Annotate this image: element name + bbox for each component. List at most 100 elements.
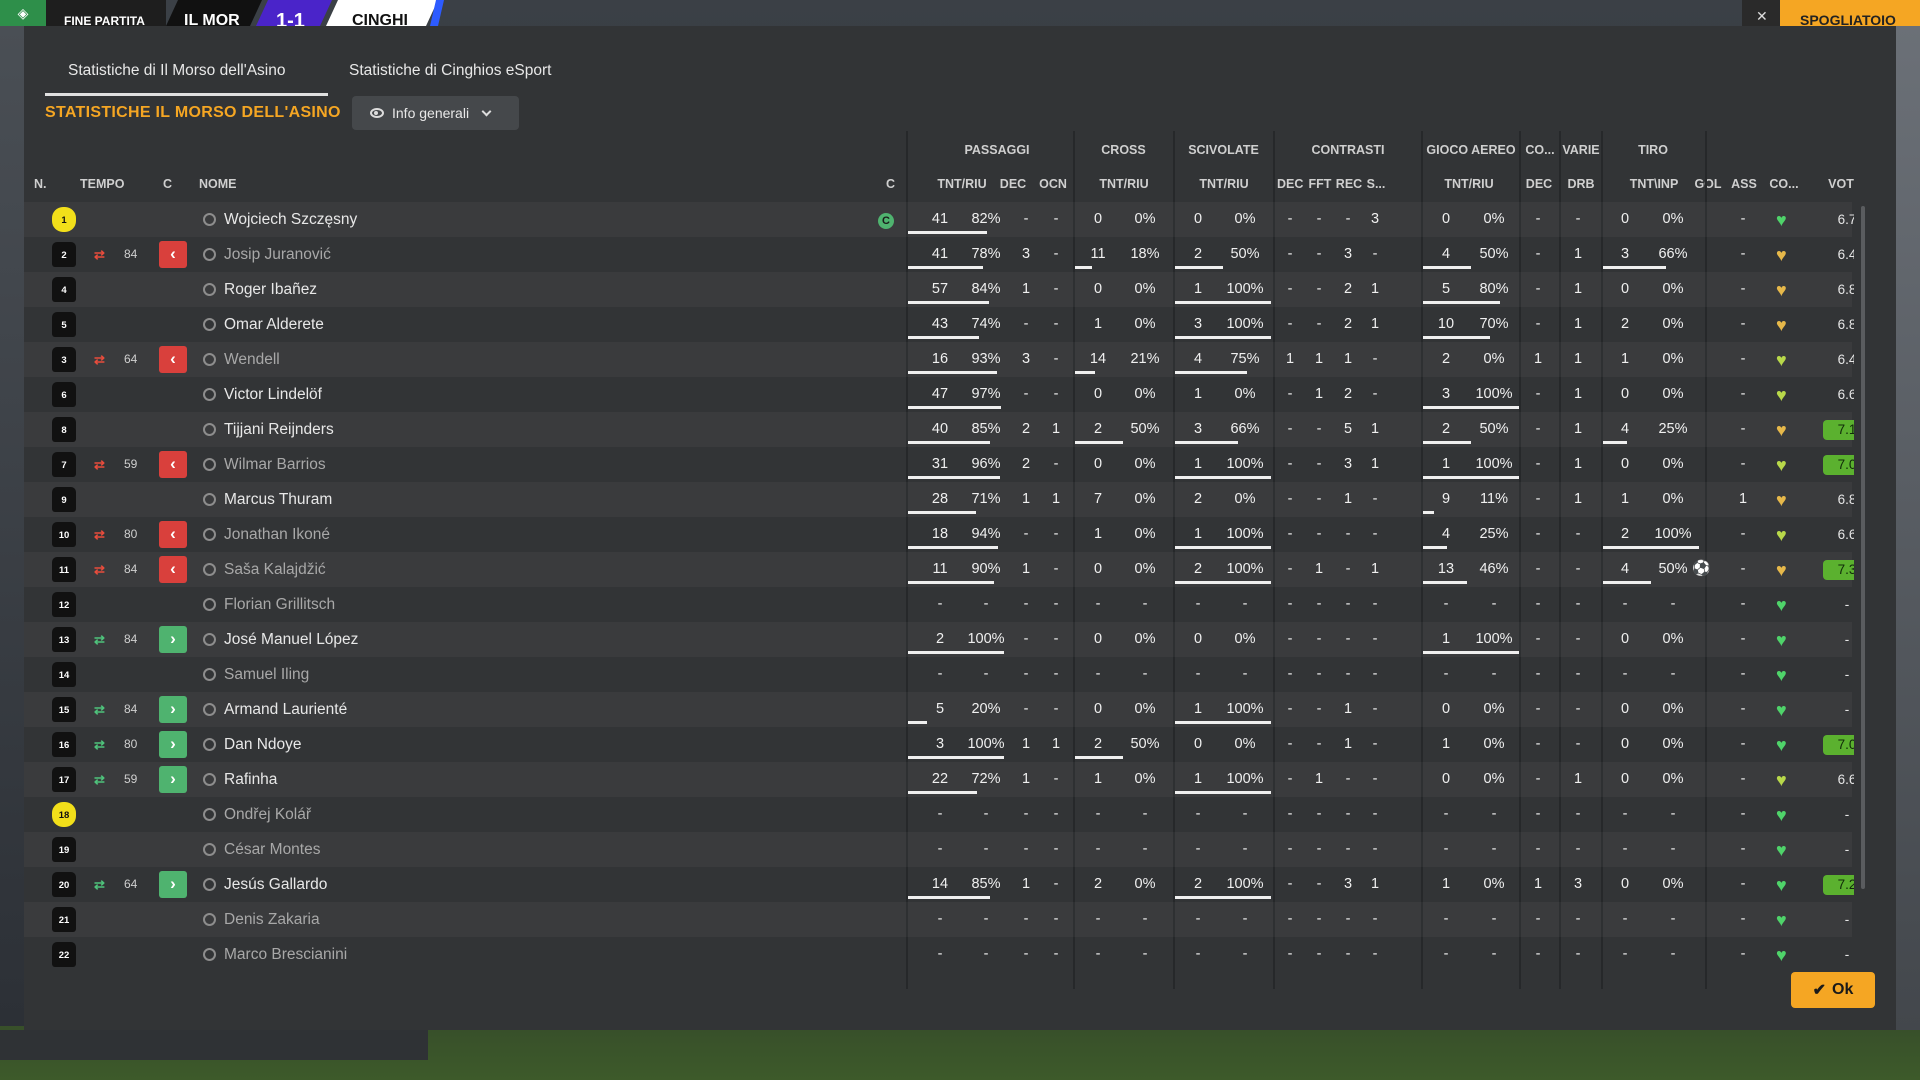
stat-dec: 1	[1021, 736, 1031, 752]
column-header[interactable]: TNT/RIU	[1424, 177, 1514, 191]
person-icon	[203, 563, 216, 576]
table-row[interactable]: 3 ⇄ 64 ‹ Wendell 16 93% 3-14 21% 4 75% 1 1 1-2 0% 1 1 1 0%…	[24, 342, 1854, 377]
player-name[interactable]: Wilmar Barrios	[224, 447, 326, 482]
table-row[interactable]: 2 ⇄ 84 ‹ Josip Juranović 41 78% 3-11 18% 2 50% - -3-…	[24, 237, 1854, 272]
column-header[interactable]: OCN	[1038, 177, 1068, 191]
player-rating: 6.6	[1837, 772, 1854, 787]
table-row[interactable]: 14 Samuel Iling - - - - - - - - - - - - - - - - - - - ♥ -	[24, 657, 1852, 692]
stat-ass: -	[1740, 596, 1746, 612]
column-header[interactable]: VOT	[1816, 177, 1866, 191]
column-header[interactable]: TNT/RIU	[928, 177, 996, 191]
success-rate-bar	[908, 301, 989, 304]
table-row[interactable]: 18 Ondřej Kolář - - - - - - - - - - - - - - - - - - - ♥ -	[24, 797, 1852, 832]
stat-cro: 0	[1093, 386, 1103, 402]
player-name[interactable]: Armand Laurienté	[224, 692, 347, 727]
chevron-left-icon[interactable]: ‹	[159, 241, 187, 268]
chevron-left-icon[interactable]: ‹	[159, 556, 187, 583]
table-row[interactable]: 5 Omar Alderete 43 74% - -1 0% 3 100% - -2 1 10 70% -1…	[24, 307, 1854, 342]
table-row[interactable]: 16 ⇄ 80 › Dan Ndoye 3 100% 1 1 2 50% 0 0% - -1-1 0% - -0 0…	[24, 727, 1854, 762]
tab-home-stats[interactable]: Statistiche di Il Morso dell'Asino	[45, 62, 328, 96]
stat-ass: -	[1740, 946, 1746, 962]
player-name[interactable]: José Manuel López	[224, 622, 358, 657]
column-header[interactable]: TNT/RIU	[1194, 177, 1254, 191]
column-header[interactable]: DEC	[1521, 177, 1557, 191]
column-header[interactable]: ASS	[1730, 177, 1758, 191]
player-name[interactable]: Jonathan Ikoné	[224, 517, 330, 552]
player-name[interactable]: Victor Lindelöf	[224, 377, 322, 412]
stat-cdec: -	[1287, 736, 1293, 752]
column-header[interactable]: S...	[1365, 177, 1387, 191]
chevron-right-icon[interactable]: ›	[159, 626, 187, 653]
column-header[interactable]: REC	[1335, 177, 1363, 191]
table-row[interactable]: 20 ⇄ 64 › Jesús Gallardo 14 85% 1-2 0% 2 100% - -3 1 1…	[24, 867, 1854, 902]
table-row[interactable]: 4 Roger Ibañez 57 84% 1-0 0% 1 100% - -2 1 5 80% -1 0 0…	[24, 272, 1854, 307]
player-name[interactable]: Ondřej Kolář	[224, 797, 311, 832]
player-name[interactable]: Marcus Thuram	[224, 482, 332, 517]
stat-tirp: -	[1670, 841, 1676, 857]
column-header[interactable]: N.	[34, 177, 60, 191]
player-name[interactable]: Samuel Iling	[224, 657, 309, 692]
player-name[interactable]: César Montes	[224, 832, 320, 867]
player-name[interactable]: Tijjani Reijnders	[224, 412, 334, 447]
chevron-right-icon[interactable]: ›	[159, 871, 187, 898]
table-row[interactable]: 21 Denis Zakaria - - - - - - - - - - - - - - - - - - - ♥ -	[24, 902, 1852, 937]
table-row[interactable]: 9 Marcus Thuram 28 71% 1 1 7 0% 2 0% - -1-9 11% -1 1 0%…	[24, 482, 1854, 517]
tab-away-stats[interactable]: Statistiche di Cinghios eSport	[349, 62, 551, 96]
column-header[interactable]: TNT/RIU	[1094, 177, 1154, 191]
stat-cdec: -	[1287, 596, 1293, 612]
table-row[interactable]: 22 Marco Brescianini - - - - - - - - - - - - - - - - - - - ♥ -	[24, 937, 1852, 972]
table-row[interactable]: 17 ⇄ 59 › Rafinha 22 72% 1-1 0% 1 100% -1- -0 0% -1 0 0%…	[24, 762, 1854, 797]
view-dropdown[interactable]: Info generali	[352, 96, 519, 130]
close-icon[interactable]: ✕	[1742, 0, 1780, 26]
chevron-left-icon[interactable]: ‹	[159, 521, 187, 548]
player-name[interactable]: Jesús Gallardo	[224, 867, 327, 902]
player-name[interactable]: Saša Kalajdžić	[224, 552, 326, 587]
player-name[interactable]: Omar Alderete	[224, 307, 324, 342]
column-header[interactable]: DRB	[1563, 177, 1599, 191]
player-name[interactable]: Wojciech Szczęsny	[224, 202, 357, 237]
chevron-left-icon[interactable]: ‹	[159, 451, 187, 478]
column-header[interactable]: DEC	[1277, 177, 1303, 191]
table-row[interactable]: 12 Florian Grillitsch - - - - - - - - - - - - - - - - - - - ♥…	[24, 587, 1852, 622]
stat-sci: -	[1195, 841, 1201, 857]
stat-cdec: -	[1287, 911, 1293, 927]
ok-button[interactable]: ✔ Ok	[1791, 972, 1875, 1008]
column-header[interactable]: CO...	[1765, 177, 1803, 191]
player-name[interactable]: Denis Zakaria	[224, 902, 320, 937]
player-name[interactable]: Marco Brescianini	[224, 937, 347, 972]
column-header[interactable]: DEC	[998, 177, 1028, 191]
table-scrollbar[interactable]	[1861, 206, 1865, 889]
player-name[interactable]: Roger Ibañez	[224, 272, 317, 307]
column-header[interactable]: TNT\INP	[1614, 177, 1694, 191]
table-row[interactable]: 19 César Montes - - - - - - - - - - - - - - - - - - - ♥ -	[24, 832, 1852, 867]
column-header[interactable]: FFT	[1307, 177, 1333, 191]
chevron-left-icon[interactable]: ‹	[159, 346, 187, 373]
stat-ocn: -	[1053, 666, 1059, 682]
stat-pas: -	[937, 806, 943, 822]
stat-tirp: 0%	[1662, 771, 1684, 787]
table-row[interactable]: 11 ⇄ 84 ‹ Saša Kalajdžić 11 90% 1-0 0% 2 100% -1-1 1…	[24, 552, 1854, 587]
table-row[interactable]: 7 ⇄ 59 ‹ Wilmar Barrios 31 96% 2-0 0% 1 100% - -3 1 1 1…	[24, 447, 1854, 482]
player-name[interactable]: Rafinha	[224, 762, 277, 797]
player-name[interactable]: Florian Grillitsch	[224, 587, 335, 622]
player-name[interactable]: Dan Ndoye	[224, 727, 302, 762]
player-stats-table: 1 Wojciech Szczęsny C 41 82% - -0 0% 0 0% - - -3 0 0% -…	[24, 202, 1854, 990]
chevron-right-icon[interactable]: ›	[159, 696, 187, 723]
column-header[interactable]: GOL	[1694, 177, 1722, 191]
chevron-right-icon[interactable]: ›	[159, 766, 187, 793]
table-row[interactable]: 15 ⇄ 84 › Armand Laurienté 5 20% - -0 0% 1 100% - -1-…	[24, 692, 1852, 727]
table-row[interactable]: 6 Victor Lindelöf 47 97% - -0 0% 1 0% -1 2-3 100% -1…	[24, 377, 1854, 412]
column-header[interactable]: TEMPO	[80, 177, 130, 191]
table-row[interactable]: 1 Wojciech Szczęsny C 41 82% - -0 0% 0 0% - - -3 0 0% -…	[24, 202, 1854, 237]
column-header[interactable]: C	[886, 177, 904, 191]
table-row[interactable]: 13 ⇄ 84 › José Manuel López 2 100% - -0 0% 0 0% - - - -…	[24, 622, 1852, 657]
table-row[interactable]: 8 Tijjani Reijnders 40 85% 2 1 2 50% 3 66% - -5 1 2 50…	[24, 412, 1854, 447]
table-row[interactable]: 10 ⇄ 80 ‹ Jonathan Ikoné 18 94% - -1 0% 1 100% - - - -4…	[24, 517, 1854, 552]
column-header[interactable]: NOME	[199, 177, 259, 191]
stat-dec: 1	[1021, 771, 1031, 787]
dressing-room-button[interactable]: SPOGLIATOIO	[1780, 0, 1920, 28]
chevron-right-icon[interactable]: ›	[159, 731, 187, 758]
column-header[interactable]: C	[163, 177, 181, 191]
player-name[interactable]: Josip Juranović	[224, 237, 331, 272]
player-name[interactable]: Wendell	[224, 342, 280, 377]
